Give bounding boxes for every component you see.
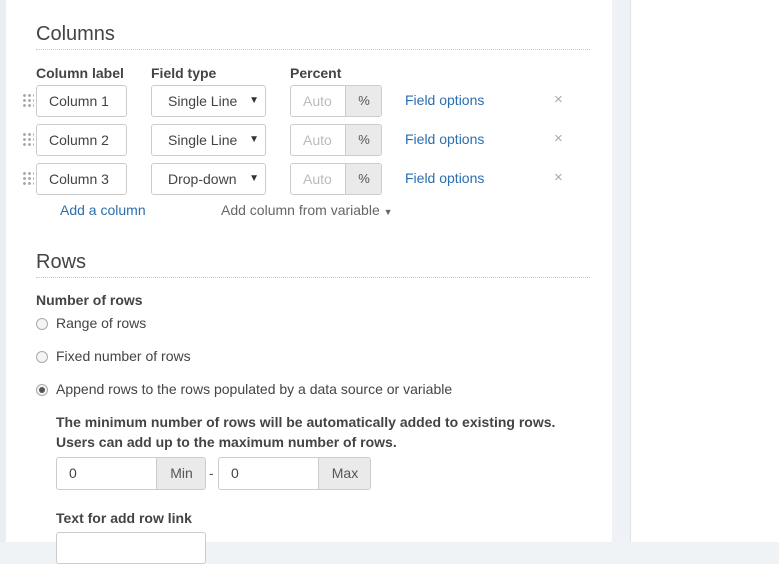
add-column-link[interactable]: Add a column — [60, 202, 146, 218]
rows-section-title: Rows — [36, 251, 87, 273]
field-type-value: Single Line — [168, 93, 238, 109]
min-rows-input[interactable]: 0 — [57, 458, 77, 489]
field-type-header: Field type — [151, 65, 217, 81]
caret-down-icon: ▼ — [249, 134, 259, 145]
drag-handle-icon[interactable] — [22, 132, 34, 148]
max-rows-input[interactable]: 0 — [219, 458, 239, 489]
percent-input[interactable]: Auto — [291, 125, 345, 155]
field-options-link[interactable]: Field options — [405, 131, 484, 147]
remove-column-icon[interactable]: × — [554, 130, 563, 147]
fixed-number-of-rows-radio[interactable] — [36, 351, 48, 363]
range-of-rows-label[interactable]: Range of rows — [56, 315, 146, 331]
percent-addon: % — [345, 125, 381, 155]
panel-gap — [612, 0, 630, 542]
right-panel — [630, 0, 779, 542]
field-type-value: Single Line — [168, 132, 238, 148]
max-addon: Max — [318, 458, 370, 489]
rows-help-line-1: The minimum number of rows will be autom… — [56, 414, 556, 430]
range-separator: - — [209, 465, 214, 481]
add-column-from-variable-label: Add column from variable — [221, 202, 380, 218]
min-addon: Min — [156, 458, 205, 489]
column-label-header: Column label — [36, 65, 124, 81]
range-of-rows-radio[interactable] — [36, 318, 48, 330]
caret-down-icon: ▼ — [383, 207, 393, 217]
fixed-number-of-rows-label[interactable]: Fixed number of rows — [56, 348, 191, 364]
percent-input-group[interactable]: Auto % — [290, 85, 382, 117]
column-label-input[interactable]: Column 3 — [36, 163, 127, 195]
min-rows-input-group[interactable]: 0 Min — [56, 457, 206, 490]
field-options-link[interactable]: Field options — [405, 92, 484, 108]
caret-down-icon: ▼ — [249, 173, 259, 184]
column-label-input[interactable]: Column 1 — [36, 85, 127, 117]
remove-column-icon[interactable]: × — [554, 169, 563, 186]
percent-addon: % — [345, 164, 381, 194]
caret-down-icon: ▼ — [249, 95, 259, 106]
rows-help-line-2: Users can add up to the maximum number o… — [56, 434, 397, 450]
max-rows-input-group[interactable]: 0 Max — [218, 457, 371, 490]
rows-section-divider — [36, 277, 590, 278]
percent-input[interactable]: Auto — [291, 86, 345, 116]
drag-handle-icon[interactable] — [22, 171, 34, 187]
percent-header: Percent — [290, 65, 342, 81]
add-row-link-text-label: Text for add row link — [56, 510, 192, 526]
add-row-link-text-input[interactable] — [56, 532, 206, 564]
percent-input[interactable]: Auto — [291, 164, 345, 194]
field-type-value: Drop-down — [168, 171, 237, 187]
percent-input-group[interactable]: Auto % — [290, 124, 382, 156]
percent-addon: % — [345, 86, 381, 116]
add-column-from-variable-dropdown[interactable]: Add column from variable ▼ — [221, 202, 393, 218]
percent-input-group[interactable]: Auto % — [290, 163, 382, 195]
column-label-input[interactable]: Column 2 — [36, 124, 127, 156]
columns-section-divider — [36, 49, 590, 50]
field-type-select[interactable]: Single Line ▼ — [151, 85, 266, 117]
columns-section-title: Columns — [36, 23, 115, 45]
number-of-rows-label: Number of rows — [36, 292, 143, 308]
drag-handle-icon[interactable] — [22, 93, 34, 109]
editor-panel: Columns Column label Field type Percent … — [6, 0, 612, 564]
append-rows-radio[interactable] — [36, 384, 48, 396]
field-type-select[interactable]: Single Line ▼ — [151, 124, 266, 156]
append-rows-label[interactable]: Append rows to the rows populated by a d… — [56, 381, 452, 397]
field-options-link[interactable]: Field options — [405, 170, 484, 186]
field-type-select[interactable]: Drop-down ▼ — [151, 163, 266, 195]
remove-column-icon[interactable]: × — [554, 91, 563, 108]
